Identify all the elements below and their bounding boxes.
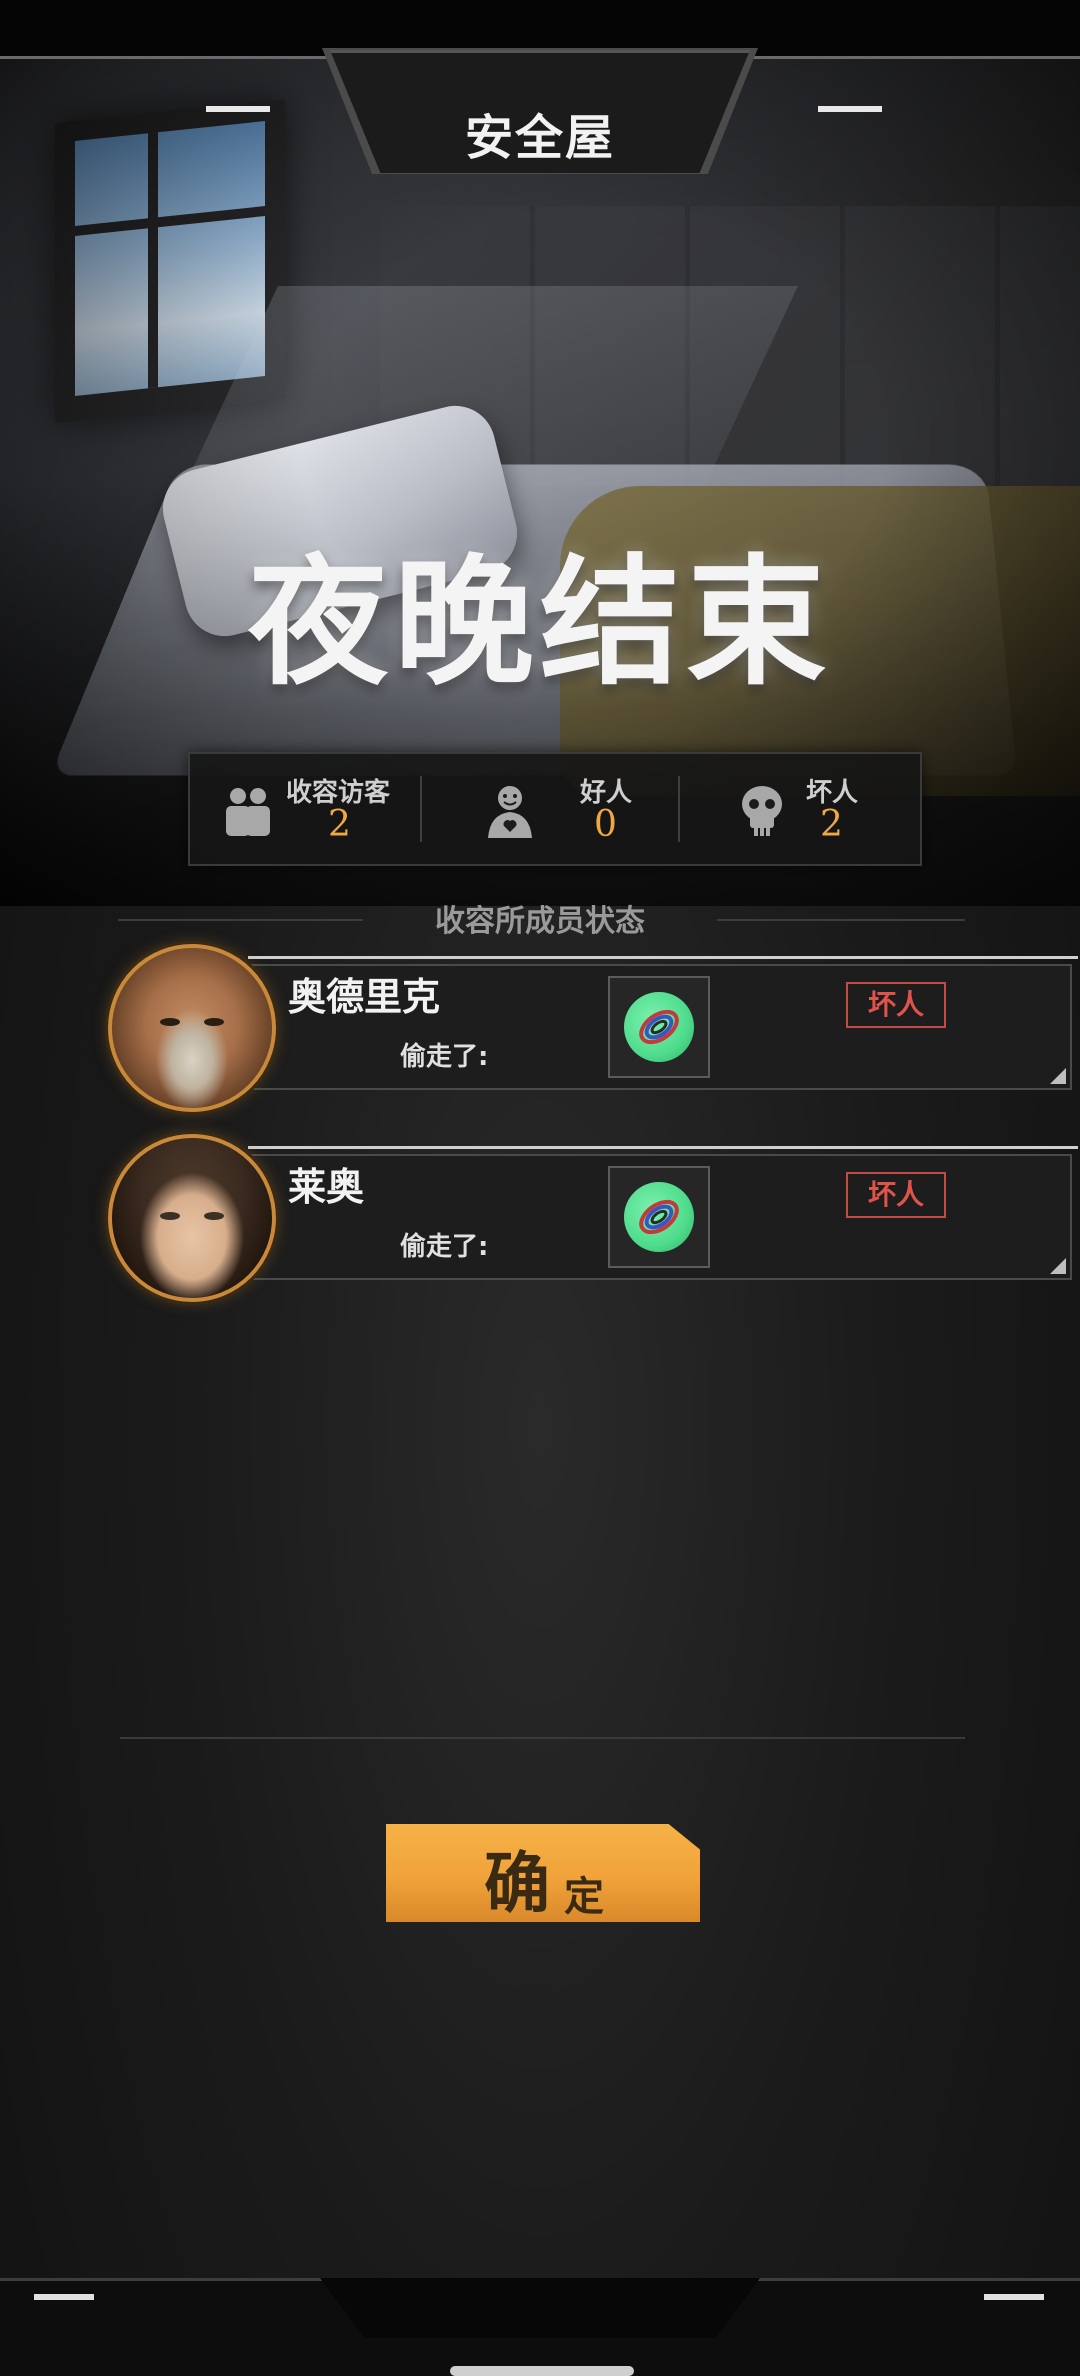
status-badge: 坏人 <box>846 1172 946 1218</box>
stole-label: 偷走了: <box>400 1042 489 1072</box>
member-name: 莱奥 <box>288 1164 365 1209</box>
bottom-tick-right <box>984 2294 1044 2300</box>
title-bar-line-left <box>0 56 340 59</box>
confirm-label-sub: 定 <box>564 1873 604 1920</box>
page-title: 安全屋 <box>464 110 615 166</box>
member-card[interactable]: 奥德里克 偷走了: 坏人 <box>108 944 1078 1126</box>
safe-house-night-end-screen: 安全屋 夜晚结束 收容访客 2 好人 0 坏人 2 收容所成员状态 奥德里克 偷… <box>0 0 1080 2376</box>
avatar <box>108 944 276 1112</box>
confirm-label-main: 确 <box>484 1844 550 1922</box>
stat-value: 2 <box>820 804 843 845</box>
stat-visitors: 收容访客 2 <box>190 754 420 864</box>
section-line-right <box>717 919 965 921</box>
title-bar-line-right <box>740 56 1080 59</box>
bottom-tick-left <box>34 2294 94 2300</box>
stolen-item-slot[interactable] <box>608 1166 710 1268</box>
two-people-icon <box>226 788 270 836</box>
stat-value: 2 <box>328 804 351 845</box>
member-name: 奥德里克 <box>288 974 441 1019</box>
section-title: 收容所成员状态 <box>435 904 645 939</box>
confirm-button[interactable]: 确 定 <box>386 1824 700 1922</box>
night-end-banner: 夜晚结束 <box>247 541 832 705</box>
title-tick-right <box>818 106 882 112</box>
status-bar <box>0 0 1080 56</box>
avatar <box>108 1134 276 1302</box>
stat-good: 好人 0 <box>422 754 677 864</box>
title-tick-left <box>206 106 270 112</box>
stolen-item-slot[interactable] <box>608 976 710 1078</box>
skull-icon <box>742 786 782 836</box>
bottom-divider <box>120 1737 965 1739</box>
stats-panel: 收容访客 2 好人 0 坏人 2 <box>188 752 922 866</box>
stat-bad: 坏人 2 <box>680 754 920 864</box>
stat-value: 0 <box>594 804 617 845</box>
member-card[interactable]: 莱奥 偷走了: 坏人 <box>108 1134 1078 1316</box>
rope-coil-icon <box>639 1199 679 1235</box>
stole-label: 偷走了: <box>400 1232 489 1262</box>
smiling-person-icon <box>488 786 532 838</box>
home-indicator[interactable] <box>450 2366 634 2376</box>
rope-coil-icon <box>639 1009 679 1045</box>
status-badge: 坏人 <box>846 982 946 1028</box>
section-line-left <box>118 919 363 921</box>
